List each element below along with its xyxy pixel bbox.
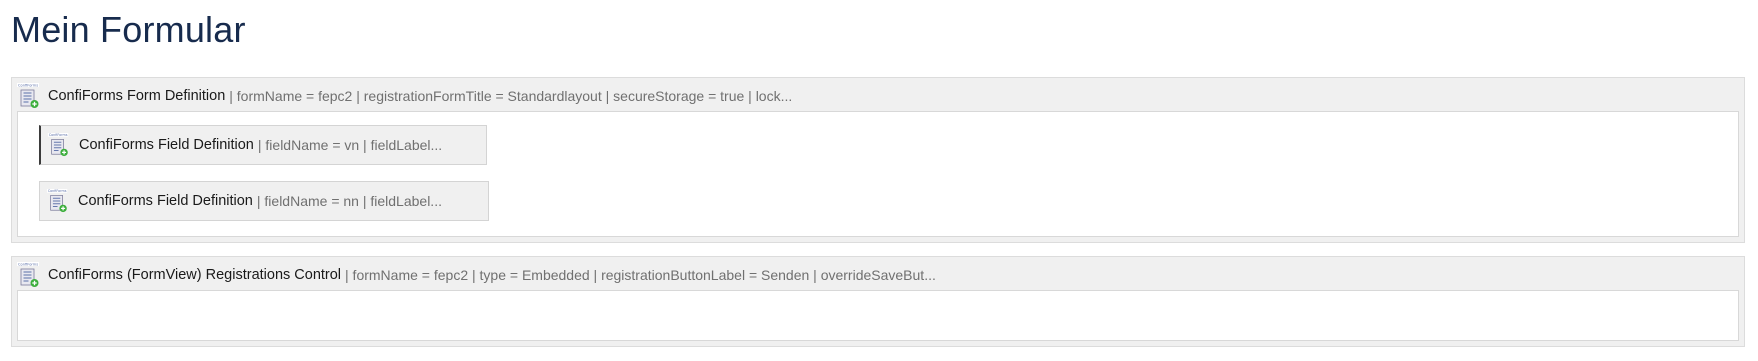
field-definition-params: | fieldName = vn | fieldLabel...: [257, 137, 443, 153]
form-definition-body[interactable]: ConfiForms ConfiForms Field Definition |…: [17, 111, 1739, 237]
page: Mein Formular ConfiForms ConfiForms Form…: [0, 0, 1758, 361]
svg-text:ConfiForms: ConfiForms: [18, 263, 38, 267]
form-definition-macro[interactable]: ConfiForms ConfiForms Form Definition | …: [11, 77, 1745, 243]
field-definition-macro-nn[interactable]: ConfiForms ConfiForms Field Definition |…: [39, 181, 489, 221]
page-title: Mein Formular: [11, 9, 246, 50]
svg-text:ConfiForms: ConfiForms: [18, 84, 38, 88]
registrations-control-header[interactable]: ConfiForms ConfiForms (FormView) Registr…: [16, 260, 1738, 290]
registrations-control-name: ConfiForms (FormView) Registrations Cont…: [48, 267, 342, 283]
form-definition-params: | formName = fepc2 | registrationFormTit…: [229, 88, 793, 104]
form-definition-name: ConfiForms Form Definition: [48, 88, 226, 104]
registrations-control-body[interactable]: [17, 290, 1739, 341]
field-definition-name: ConfiForms Field Definition: [79, 137, 254, 153]
registrations-control-params: | formName = fepc2 | type = Embedded | r…: [345, 267, 936, 283]
field-definition-params: | fieldName = nn | fieldLabel...: [256, 193, 442, 209]
svg-text:ConfiForms: ConfiForms: [48, 189, 67, 193]
registrations-control-macro[interactable]: ConfiForms ConfiForms (FormView) Registr…: [11, 256, 1745, 347]
field-definition-name: ConfiForms Field Definition: [78, 193, 253, 209]
field-definition-macro-vn[interactable]: ConfiForms ConfiForms Field Definition |…: [39, 125, 487, 165]
confiforms-icon: ConfiForms: [17, 262, 39, 287]
form-definition-header[interactable]: ConfiForms ConfiForms Form Definition | …: [16, 81, 1738, 111]
confiforms-icon: ConfiForms: [47, 133, 69, 157]
svg-text:ConfiForms: ConfiForms: [49, 133, 68, 137]
confiforms-icon: ConfiForms: [17, 83, 39, 108]
confiforms-icon: ConfiForms: [46, 189, 68, 213]
